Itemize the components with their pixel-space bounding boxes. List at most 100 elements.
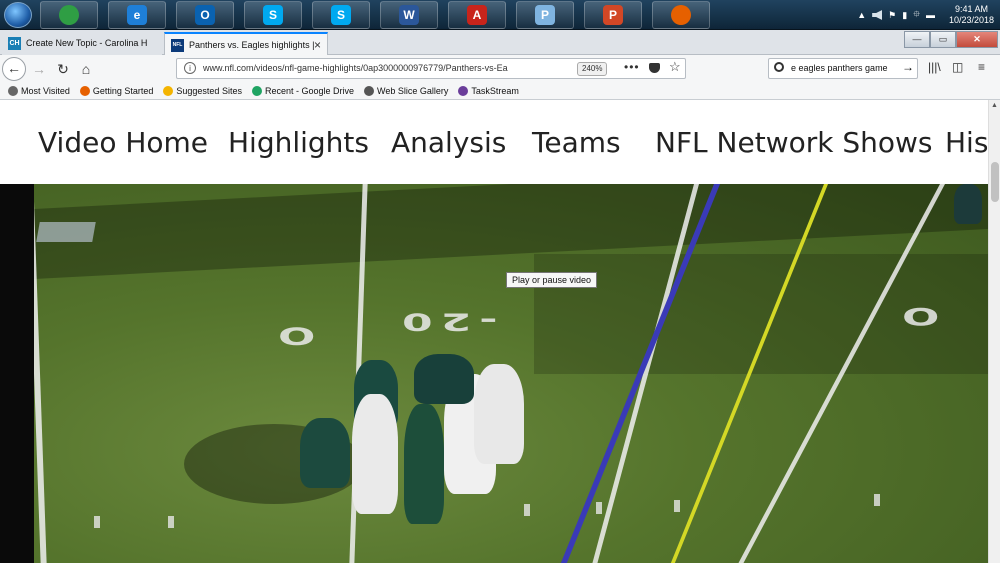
close-window-button[interactable]: ✕ [956, 31, 998, 48]
gear-icon [8, 85, 18, 96]
clock-time: 9:41 AM [954, 4, 988, 14]
window-controls: — ▭ ✕ [904, 31, 998, 48]
bookmark-label: Getting Started [92, 85, 154, 96]
play-pause-tooltip: Play or pause video [506, 272, 598, 288]
zoom-level[interactable]: 240% [577, 62, 608, 76]
tab-create-topic[interactable]: CH Create New Topic - Carolina H [2, 32, 162, 55]
internet-explorer-icon: e [127, 5, 147, 25]
hash-mark [874, 494, 880, 506]
firefox-icon [671, 5, 691, 25]
internet-explorer-taskbar-button[interactable]: e [108, 1, 166, 29]
volume-icon[interactable] [872, 10, 883, 20]
bookmark-star-icon[interactable]: ☆ [669, 59, 681, 75]
page-actions-icon[interactable]: ••• [624, 60, 640, 74]
bing-icon [163, 85, 174, 96]
bookmark-label: Most Visited [21, 85, 70, 96]
flag-icon[interactable]: ⚑ [888, 10, 896, 21]
url-text[interactable]: www.nfl.com/videos/nfl-game-highlights/0… [203, 63, 548, 73]
skype-business-icon: S [331, 5, 351, 25]
bookmark-getting-started[interactable]: Getting Started [79, 85, 154, 96]
battery-icon[interactable]: ▬ [926, 10, 935, 20]
yard-number: -20 [394, 307, 498, 336]
minimize-button[interactable]: — [904, 31, 930, 48]
nav-highlights[interactable]: Highlights [228, 126, 369, 159]
bookmark-suggested-sites[interactable]: Suggested Sites [163, 85, 242, 96]
hash-mark [596, 502, 602, 514]
skype-business-taskbar-button[interactable]: S [312, 1, 370, 29]
sidebar-icon[interactable]: ◫ [952, 60, 963, 74]
hash-mark [94, 516, 100, 528]
globe-icon [364, 85, 374, 96]
hash-mark [524, 504, 530, 516]
library-icon[interactable]: |||\ [928, 60, 941, 74]
page-scrollbar[interactable]: ▲ [988, 100, 1000, 563]
system-tray: ▲ ⚑ ▮ ⯐ ▬ 9:41 AM 10/23/2018 [857, 0, 1000, 30]
back-arrow-icon[interactable]: ← [2, 57, 26, 81]
bookmarks-toolbar: Most Visited Getting Started Suggested Sit… [0, 82, 1000, 100]
football-field-frame: O -20 O [34, 184, 988, 563]
player [404, 404, 444, 524]
bookmark-most-visited[interactable]: Most Visited [8, 85, 70, 96]
outlook-taskbar-button[interactable]: O [176, 1, 234, 29]
search-icon [774, 62, 784, 72]
start-button[interactable] [4, 2, 32, 28]
acrobat-taskbar-button[interactable]: A [448, 1, 506, 29]
player [474, 364, 524, 464]
nav-history[interactable]: Hist [945, 126, 988, 159]
network-icon[interactable]: ▮ [902, 10, 907, 21]
tab-title: Create New Topic - Carolina H [26, 38, 148, 48]
player [300, 418, 350, 488]
tray-expand-icon[interactable]: ▲ [857, 10, 866, 20]
word-taskbar-button[interactable]: W [380, 1, 438, 29]
tab-strip: CH Create New Topic - Carolina H NFL Pan… [0, 30, 1000, 79]
search-input[interactable]: e eagles panthers game [791, 63, 903, 73]
usb-icon[interactable]: ⯐ [913, 7, 920, 23]
taskstream-icon [458, 85, 469, 96]
maximize-button[interactable]: ▭ [930, 31, 956, 48]
menu-hamburger-icon[interactable]: ≡ [978, 60, 985, 74]
scrollbar-thumb[interactable] [991, 162, 999, 202]
pocket-icon[interactable] [649, 63, 660, 73]
player [954, 184, 982, 224]
video-player[interactable]: O -20 O [0, 184, 988, 563]
powerpoint-icon: P [603, 5, 623, 25]
forward-arrow-icon[interactable]: → [28, 59, 50, 79]
firefox-taskbar-button[interactable] [652, 1, 710, 29]
nav-nfl-network-shows[interactable]: NFL Network Shows [655, 126, 933, 159]
skype-icon: S [263, 5, 283, 25]
search-bar[interactable]: e eagles panthers game → [768, 58, 918, 79]
carolina-favicon-icon: CH [8, 37, 21, 50]
bookmark-web-slice-gallery[interactable]: Web Slice Gallery [364, 85, 448, 96]
home-icon[interactable]: ⌂ [75, 59, 97, 79]
nav-analysis[interactable]: Analysis [391, 126, 506, 159]
scroll-up-arrow-icon[interactable]: ▲ [991, 102, 998, 109]
windows-taskbar: e O S S W A P P ▲ ⚑ ▮ ⯐ ▬ 9:41 AM 10/23/2018 [0, 0, 1000, 30]
firefox-icon [79, 85, 90, 96]
site-info-icon[interactable]: i [184, 62, 196, 74]
hash-mark [674, 500, 680, 512]
powerpoint-taskbar-button[interactable]: P [584, 1, 642, 29]
bookmark-taskstream[interactable]: TaskStream [458, 85, 519, 96]
nfl-site-nav: Video Home Highlights Analysis Teams NFL… [0, 100, 988, 184]
system-clock[interactable]: 9:41 AM 10/23/2018 [949, 4, 994, 26]
bookmark-recent-google-drive[interactable]: Recent - Google Drive [251, 85, 354, 96]
tab-close-icon[interactable]: × [314, 34, 321, 55]
hash-mark [168, 516, 174, 528]
nav-video-home[interactable]: Video Home [38, 126, 208, 159]
paint-taskbar-button[interactable]: P [516, 1, 574, 29]
chrome-taskbar-button[interactable] [40, 1, 98, 29]
yard-number: O [270, 321, 316, 350]
tab-title: Panthers vs. Eagles highlights | [189, 40, 315, 50]
clock-date: 10/23/2018 [948, 15, 994, 25]
nfl-field-logo [36, 222, 96, 242]
nfl-favicon-icon: NFL [171, 39, 184, 52]
bookmark-label: Recent - Google Drive [264, 85, 354, 96]
paint-icon: P [535, 5, 555, 25]
url-bar[interactable]: i www.nfl.com/videos/nfl-game-highlights… [176, 58, 686, 79]
yard-number: O [902, 303, 948, 332]
skype-taskbar-button[interactable]: S [244, 1, 302, 29]
reload-icon[interactable]: ↻ [52, 59, 74, 79]
tab-panthers-eagles[interactable]: NFL Panthers vs. Eagles highlights | × [164, 32, 328, 55]
nav-teams[interactable]: Teams [532, 126, 621, 159]
search-go-arrow-icon[interactable]: → [902, 60, 914, 74]
